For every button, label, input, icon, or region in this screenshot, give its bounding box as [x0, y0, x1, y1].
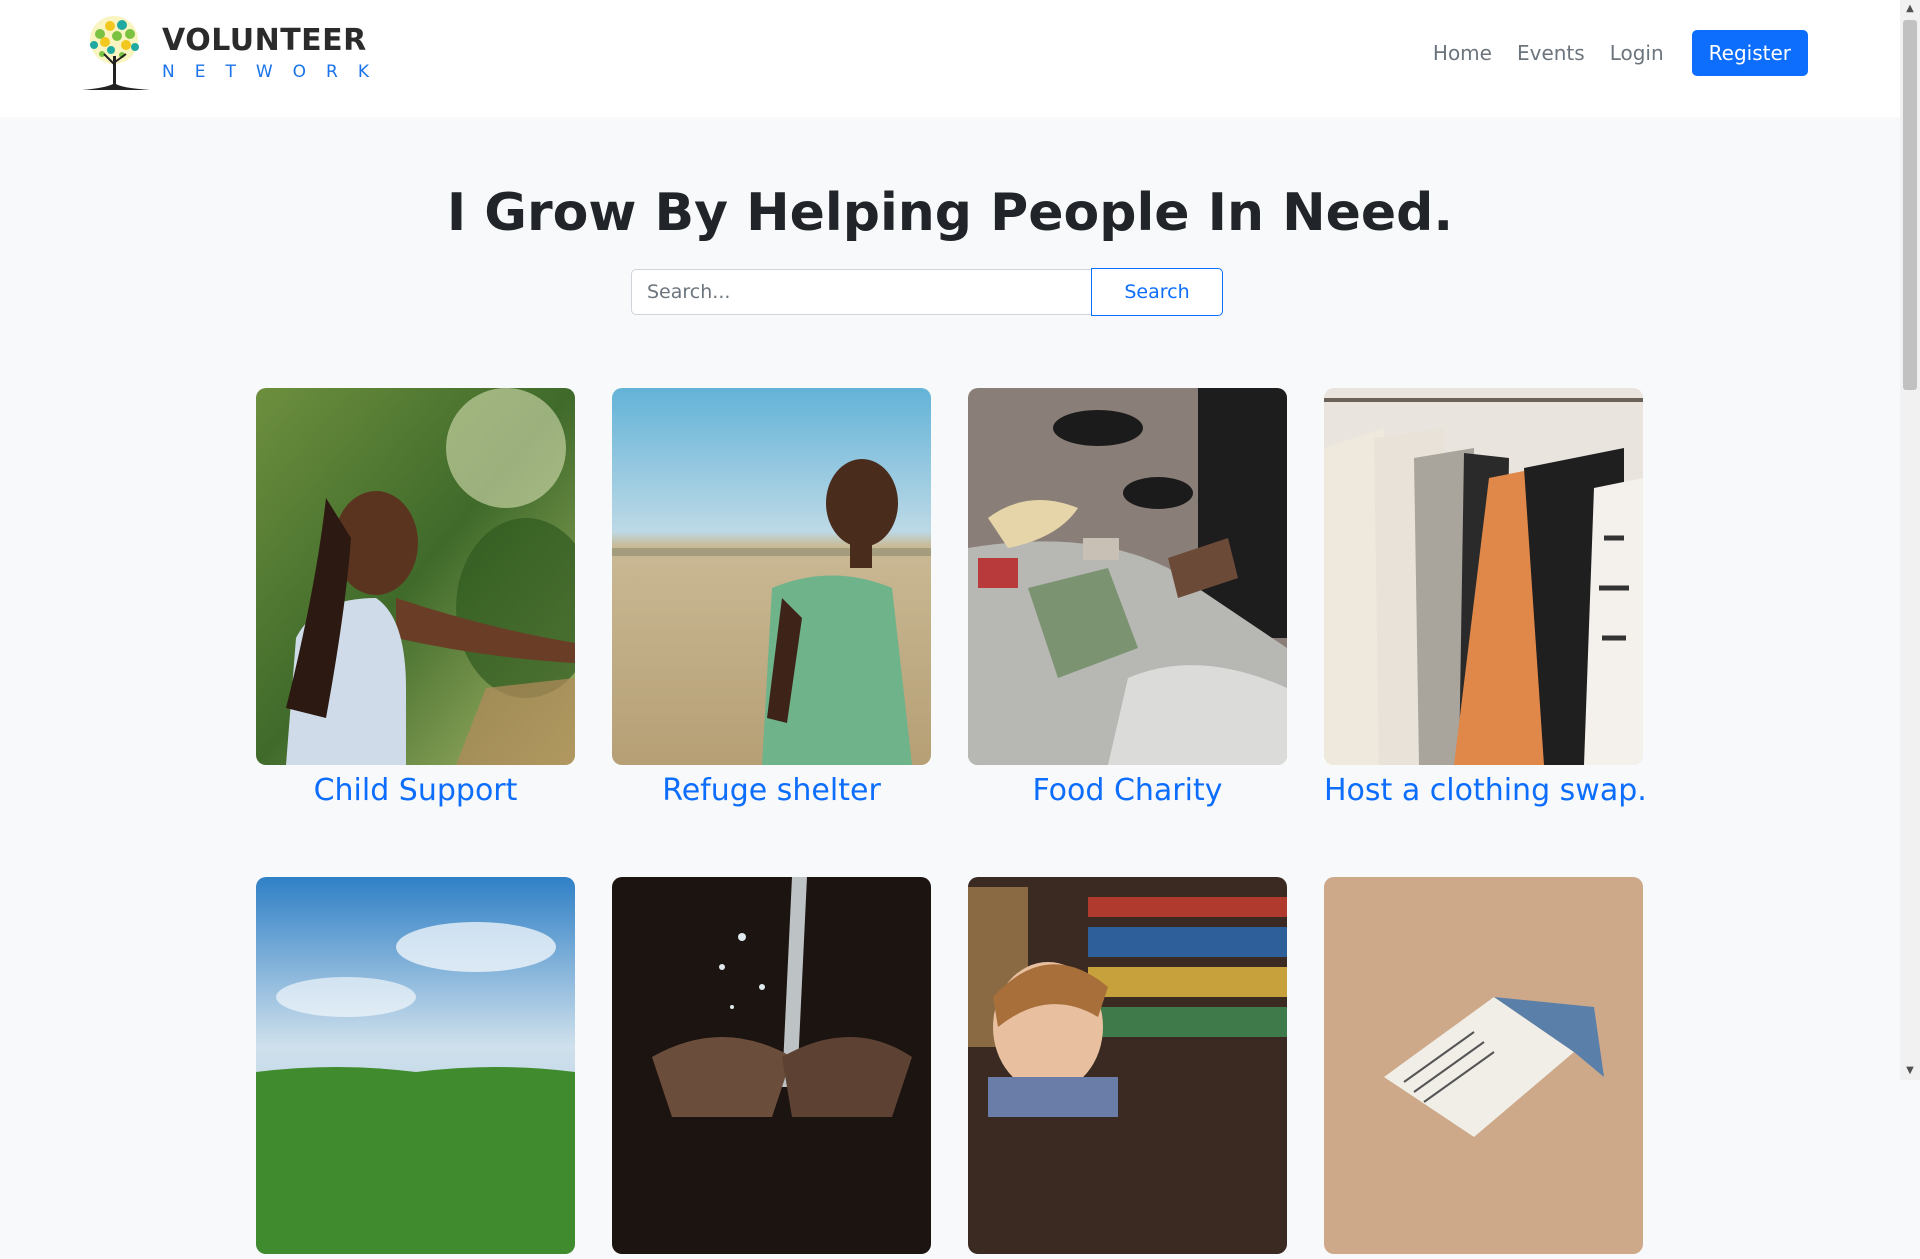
register-button[interactable]: Register [1691, 30, 1808, 76]
search-button[interactable]: Search [1091, 268, 1223, 316]
card-image-nature[interactable] [256, 877, 575, 1254]
scrollbar-thumb[interactable] [1903, 20, 1917, 390]
card-image-water[interactable] [612, 877, 931, 1254]
card-image-clothing-swap[interactable] [1324, 388, 1643, 765]
card-image-child-support[interactable] [256, 388, 575, 765]
card-food-charity[interactable]: Food Charity [968, 388, 1287, 812]
tree-logo-icon [82, 16, 150, 90]
hero-title: I Grow By Helping People In Need. [446, 183, 1454, 243]
brand-name: VOLUNTEER [162, 23, 367, 58]
card-title-clothing-swap[interactable]: Host a clothing swap. [1324, 770, 1647, 812]
scroll-up-arrow-icon[interactable]: ▲ [1900, 0, 1920, 18]
search-form: Search [631, 268, 1223, 316]
nav-events-link[interactable]: Events [1517, 41, 1585, 65]
card-library[interactable] [968, 877, 1287, 1259]
card-clothing-swap[interactable]: Host a clothing swap. [1324, 388, 1647, 812]
search-input[interactable] [631, 269, 1091, 315]
card-image-library[interactable] [968, 877, 1287, 1254]
card-image-reading[interactable] [1324, 877, 1643, 1254]
card-water[interactable] [612, 877, 931, 1259]
card-reading[interactable] [1324, 877, 1643, 1259]
nav-home-link[interactable]: Home [1433, 41, 1492, 65]
card-refuge-shelter[interactable]: Refuge shelter [612, 388, 931, 812]
card-title-refuge-shelter[interactable]: Refuge shelter [612, 770, 931, 812]
card-image-food-charity[interactable] [968, 388, 1287, 765]
card-title-food-charity[interactable]: Food Charity [968, 770, 1287, 812]
card-child-support[interactable]: Child Support [256, 388, 575, 812]
navbar: VOLUNTEER NETWORK Home Events Login Regi… [0, 0, 1900, 117]
page-scrollbar[interactable]: ▲ ▼ [1900, 0, 1920, 1080]
nav-login-link[interactable]: Login [1610, 41, 1664, 65]
nav-menu: Home Events Login Register [1433, 30, 1808, 76]
brand-logo[interactable]: VOLUNTEER NETWORK [80, 14, 389, 94]
card-nature[interactable] [256, 877, 575, 1259]
brand-subtitle: NETWORK [162, 62, 389, 82]
card-image-refuge-shelter[interactable] [612, 388, 931, 765]
card-title-child-support[interactable]: Child Support [256, 770, 575, 812]
scroll-down-arrow-icon[interactable]: ▼ [1900, 1062, 1920, 1080]
